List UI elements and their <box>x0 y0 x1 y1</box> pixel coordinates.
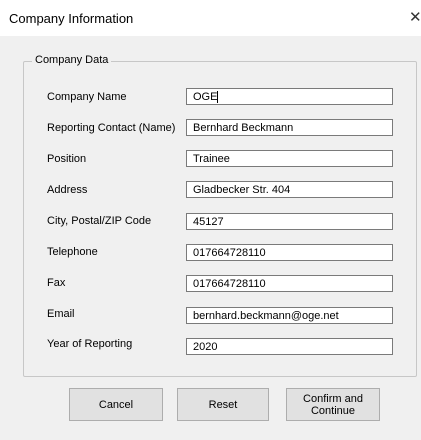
email-field[interactable]: bernhard.beckmann@oge.net <box>186 307 393 324</box>
reporting-contact-label: Reporting Contact (Name) <box>47 122 176 134</box>
confirm-button-label-line2: Continue <box>310 404 356 417</box>
reset-button-label: Reset <box>208 398 238 411</box>
address-field[interactable]: Gladbecker Str. 404 <box>186 181 393 198</box>
title-bar: Company Information ✕ <box>0 0 421 37</box>
text-cursor <box>217 91 219 104</box>
fax-label: Fax <box>47 277 66 289</box>
cancel-button[interactable]: Cancel <box>69 388 163 421</box>
confirm-and-continue-button[interactable]: Confirm and Continue <box>286 388 380 421</box>
reset-button[interactable]: Reset <box>177 388 269 421</box>
city-postal-label: City, Postal/ZIP Code <box>47 215 152 227</box>
confirm-button-label-line1: Confirm and <box>303 392 363 405</box>
company-name-value: OGE <box>193 91 218 103</box>
position-field[interactable]: Trainee <box>186 150 393 167</box>
city-postal-field[interactable]: 45127 <box>186 213 393 230</box>
address-label: Address <box>47 184 88 196</box>
company-name-field[interactable]: OGE <box>186 88 393 105</box>
company-data-group-label: Company Data <box>32 54 112 66</box>
email-label: Email <box>47 308 75 320</box>
close-icon[interactable]: ✕ <box>409 9 421 27</box>
company-name-label: Company Name <box>47 91 127 103</box>
dialog-body: Company Data Company Name OGE Reporting … <box>0 36 421 440</box>
cancel-button-label: Cancel <box>98 398 134 411</box>
year-of-reporting-label: Year of Reporting <box>47 338 133 350</box>
position-label: Position <box>47 153 87 165</box>
year-of-reporting-field[interactable]: 2020 <box>186 338 393 355</box>
reporting-contact-field[interactable]: Bernhard Beckmann <box>186 119 393 136</box>
telephone-label: Telephone <box>47 246 98 258</box>
fax-field[interactable]: 017664728110 <box>186 275 393 292</box>
window-title: Company Information <box>9 11 134 26</box>
telephone-field[interactable]: 017664728110 <box>186 244 393 261</box>
